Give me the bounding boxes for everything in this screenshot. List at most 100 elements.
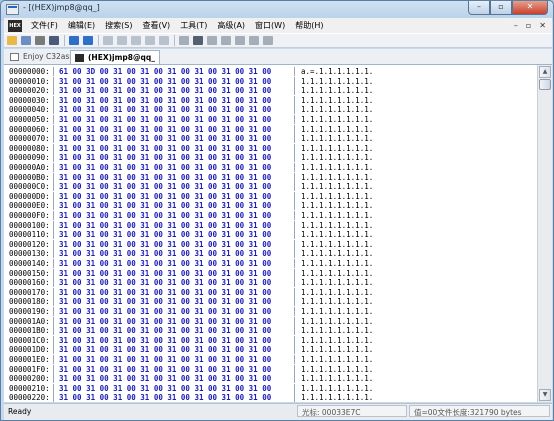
mdi-restore-button[interactable]: ▫ bbox=[526, 21, 531, 30]
open-folder-icon[interactable] bbox=[7, 36, 17, 45]
hex-row[interactable]: 00000020: 31 00 31 00 31 00 31 00 31 00 3… bbox=[4, 86, 537, 96]
hex-bytes[interactable]: 31 00 31 00 31 00 31 00 31 00 31 00 31 0… bbox=[59, 384, 271, 393]
hex-row[interactable]: 000000C0: 31 00 31 00 31 00 31 00 31 00 3… bbox=[4, 182, 537, 192]
hex-ascii[interactable]: a.=.1.1.1.1.1.1. bbox=[301, 67, 373, 76]
hex-row[interactable]: 00000190: 31 00 31 00 31 00 31 00 31 00 3… bbox=[4, 307, 537, 316]
hex-bytes[interactable]: 31 00 31 00 31 00 31 00 31 00 31 00 31 0… bbox=[59, 173, 271, 182]
hex-bytes[interactable]: 31 00 31 00 31 00 31 00 31 00 31 00 31 0… bbox=[59, 182, 271, 191]
hex-row[interactable]: 00000040: 31 00 31 00 31 00 31 00 31 00 3… bbox=[4, 105, 537, 115]
hex-ascii[interactable]: 1.1.1.1.1.1.1.1. bbox=[301, 288, 373, 297]
hex-bytes[interactable]: 31 00 31 00 31 00 31 00 31 00 31 00 31 0… bbox=[59, 307, 271, 316]
hex-row[interactable]: 00000120: 31 00 31 00 31 00 31 00 31 00 3… bbox=[4, 239, 537, 249]
hex-row[interactable]: 00000000: 61 00 3D 00 31 00 31 00 31 00 3… bbox=[4, 67, 537, 76]
hex-row[interactable]: 000000B0: 31 00 31 00 31 00 31 00 31 00 3… bbox=[4, 172, 537, 182]
hex-ascii[interactable]: 1.1.1.1.1.1.1.1. bbox=[301, 249, 373, 258]
mdi-close-button[interactable]: ✕ bbox=[539, 21, 546, 30]
hex-bytes[interactable]: 31 00 31 00 31 00 31 00 31 00 31 00 31 0… bbox=[59, 317, 271, 326]
hex-row[interactable]: 000001B0: 31 00 31 00 31 00 31 00 31 00 3… bbox=[4, 326, 537, 336]
hex-ascii[interactable]: 1.1.1.1.1.1.1.1. bbox=[301, 173, 373, 182]
hex-row[interactable]: 000000F0: 31 00 31 00 31 00 31 00 31 00 3… bbox=[4, 211, 537, 220]
menu-edit[interactable]: 编辑(E) bbox=[63, 20, 100, 31]
hex-bytes[interactable]: 31 00 31 00 31 00 31 00 31 00 31 00 31 0… bbox=[59, 345, 271, 354]
hex-row[interactable]: 00000050: 31 00 31 00 31 00 31 00 31 00 3… bbox=[4, 115, 537, 124]
menu-window[interactable]: 窗口(W) bbox=[250, 20, 290, 31]
hex-ascii[interactable]: 1.1.1.1.1.1.1.1. bbox=[301, 163, 373, 172]
save-icon[interactable] bbox=[21, 36, 31, 45]
hex-bytes[interactable]: 31 00 31 00 31 00 31 00 31 00 31 00 31 0… bbox=[59, 326, 271, 335]
hex-ascii[interactable]: 1.1.1.1.1.1.1.1. bbox=[301, 77, 373, 86]
vertical-scrollbar[interactable]: ▲ ▼ bbox=[537, 65, 552, 402]
hex-row[interactable]: 00000210: 31 00 31 00 31 00 31 00 31 00 3… bbox=[4, 383, 537, 393]
hex-row[interactable]: 000001F0: 31 00 31 00 31 00 31 00 31 00 3… bbox=[4, 364, 537, 374]
hex-bytes[interactable]: 31 00 31 00 31 00 31 00 31 00 31 00 31 0… bbox=[59, 144, 271, 153]
hex-ascii[interactable]: 1.1.1.1.1.1.1.1. bbox=[301, 307, 373, 316]
hex-bytes[interactable]: 31 00 31 00 31 00 31 00 31 00 31 00 31 0… bbox=[59, 153, 271, 162]
hex-ascii[interactable]: 1.1.1.1.1.1.1.1. bbox=[301, 374, 373, 383]
hex-row[interactable]: 000000D0: 31 00 31 00 31 00 31 00 31 00 3… bbox=[4, 191, 537, 201]
hex-ascii[interactable]: 1.1.1.1.1.1.1.1. bbox=[301, 115, 373, 124]
hex-bytes[interactable]: 31 00 31 00 31 00 31 00 31 00 31 00 31 0… bbox=[59, 96, 271, 105]
hex-row[interactable]: 000001C0: 31 00 31 00 31 00 31 00 31 00 3… bbox=[4, 335, 537, 345]
hex-ascii[interactable]: 1.1.1.1.1.1.1.1. bbox=[301, 355, 373, 364]
hex-ascii[interactable]: 1.1.1.1.1.1.1.1. bbox=[301, 144, 373, 153]
close-button[interactable]: ✕ bbox=[512, 1, 548, 15]
hex-ascii[interactable]: 1.1.1.1.1.1.1.1. bbox=[301, 345, 373, 354]
hex-bytes[interactable]: 31 00 31 00 31 00 31 00 31 00 31 00 31 0… bbox=[59, 201, 271, 210]
hex-ascii[interactable]: 1.1.1.1.1.1.1.1. bbox=[301, 384, 373, 393]
hex-row[interactable]: 00000100: 31 00 31 00 31 00 31 00 31 00 3… bbox=[4, 220, 537, 230]
hex-ascii[interactable]: 1.1.1.1.1.1.1.1. bbox=[301, 336, 373, 345]
hex-bytes[interactable]: 31 00 31 00 31 00 31 00 31 00 31 00 31 0… bbox=[59, 259, 271, 268]
hex-bytes[interactable]: 31 00 31 00 31 00 31 00 31 00 31 00 31 0… bbox=[59, 355, 271, 364]
redo-icon[interactable] bbox=[159, 36, 169, 45]
back-arrow-icon[interactable] bbox=[69, 36, 79, 45]
hex-row[interactable]: 000001A0: 31 00 31 00 31 00 31 00 31 00 3… bbox=[4, 316, 537, 326]
hex-row[interactable]: 000001D0: 31 00 31 00 31 00 31 00 31 00 3… bbox=[4, 345, 537, 355]
menu-tools[interactable]: 工具(T) bbox=[175, 20, 212, 31]
hex-ascii[interactable]: 1.1.1.1.1.1.1.1. bbox=[301, 211, 373, 220]
hex-row[interactable]: 00000160: 31 00 31 00 31 00 31 00 31 00 3… bbox=[4, 278, 537, 288]
find-icon[interactable] bbox=[179, 36, 189, 45]
hex-bytes[interactable]: 31 00 31 00 31 00 31 00 31 00 31 00 31 0… bbox=[59, 297, 271, 306]
hex-ascii[interactable]: 1.1.1.1.1.1.1.1. bbox=[301, 365, 373, 374]
hex-row[interactable]: 000000A0: 31 00 31 00 31 00 31 00 31 00 3… bbox=[4, 163, 537, 172]
hex-ascii[interactable]: 1.1.1.1.1.1.1.1. bbox=[301, 269, 373, 278]
hex-ascii[interactable]: 1.1.1.1.1.1.1.1. bbox=[301, 297, 373, 306]
hex-ascii[interactable]: 1.1.1.1.1.1.1.1. bbox=[301, 317, 373, 326]
hex-row[interactable]: 00000180: 31 00 31 00 31 00 31 00 31 00 3… bbox=[4, 297, 537, 307]
hex-row[interactable]: 000000E0: 31 00 31 00 31 00 31 00 31 00 3… bbox=[4, 201, 537, 211]
menu-view[interactable]: 查看(V) bbox=[137, 20, 175, 31]
hex-row[interactable]: 000001E0: 31 00 31 00 31 00 31 00 31 00 3… bbox=[4, 355, 537, 364]
hex-editor[interactable]: 00000000: 61 00 3D 00 31 00 31 00 31 00 3… bbox=[4, 65, 537, 402]
hex-row[interactable]: 00000090: 31 00 31 00 31 00 31 00 31 00 3… bbox=[4, 153, 537, 163]
hex-row[interactable]: 00000030: 31 00 31 00 31 00 31 00 31 00 3… bbox=[4, 95, 537, 105]
columns-icon[interactable] bbox=[193, 36, 203, 45]
hex-ascii[interactable]: 1.1.1.1.1.1.1.1. bbox=[301, 221, 373, 230]
hex-bytes[interactable]: 31 00 31 00 31 00 31 00 31 00 31 00 31 0… bbox=[59, 249, 271, 258]
menu-search[interactable]: 搜索(S) bbox=[100, 20, 137, 31]
hex-row[interactable]: 00000220: 31 00 31 00 31 00 31 00 31 00 3… bbox=[4, 393, 537, 402]
window-icon[interactable] bbox=[249, 36, 259, 45]
hex-ascii[interactable]: 1.1.1.1.1.1.1.1. bbox=[301, 278, 373, 287]
hex-row[interactable]: 00000130: 31 00 31 00 31 00 31 00 31 00 3… bbox=[4, 249, 537, 259]
hex-ascii[interactable]: 1.1.1.1.1.1.1.1. bbox=[301, 105, 373, 114]
tab-hex-file[interactable]: (HEX)jmp8@qq_ bbox=[70, 50, 160, 64]
scroll-up-arrow-icon[interactable]: ▲ bbox=[539, 66, 551, 78]
minimize-button[interactable]: – bbox=[468, 1, 490, 15]
paste-icon[interactable] bbox=[131, 36, 141, 45]
hex-bytes[interactable]: 31 00 31 00 31 00 31 00 31 00 31 00 31 0… bbox=[59, 288, 271, 297]
menu-file[interactable]: 文件(F) bbox=[26, 20, 63, 31]
hex-bytes[interactable]: 31 00 31 00 31 00 31 00 31 00 31 00 31 0… bbox=[59, 230, 271, 239]
hex-bytes[interactable]: 31 00 31 00 31 00 31 00 31 00 31 00 31 0… bbox=[59, 336, 271, 345]
hex-bytes[interactable]: 31 00 31 00 31 00 31 00 31 00 31 00 31 0… bbox=[59, 86, 271, 95]
hex-ascii[interactable]: 1.1.1.1.1.1.1.1. bbox=[301, 192, 373, 201]
menu-advanced[interactable]: 高级(A) bbox=[212, 20, 250, 31]
hex-bytes[interactable]: 31 00 31 00 31 00 31 00 31 00 31 00 31 0… bbox=[59, 115, 271, 124]
hex-row[interactable]: 00000110: 31 00 31 00 31 00 31 00 31 00 3… bbox=[4, 230, 537, 240]
hex-row[interactable]: 00000200: 31 00 31 00 31 00 31 00 31 00 3… bbox=[4, 374, 537, 384]
table-icon[interactable] bbox=[221, 36, 231, 45]
hex-row[interactable]: 00000170: 31 00 31 00 31 00 31 00 31 00 3… bbox=[4, 287, 537, 297]
copy-icon[interactable] bbox=[117, 36, 127, 45]
forward-arrow-icon[interactable] bbox=[83, 36, 93, 45]
scroll-thumb[interactable] bbox=[539, 79, 551, 90]
hex-bytes[interactable]: 31 00 31 00 31 00 31 00 31 00 31 00 31 0… bbox=[59, 393, 271, 402]
